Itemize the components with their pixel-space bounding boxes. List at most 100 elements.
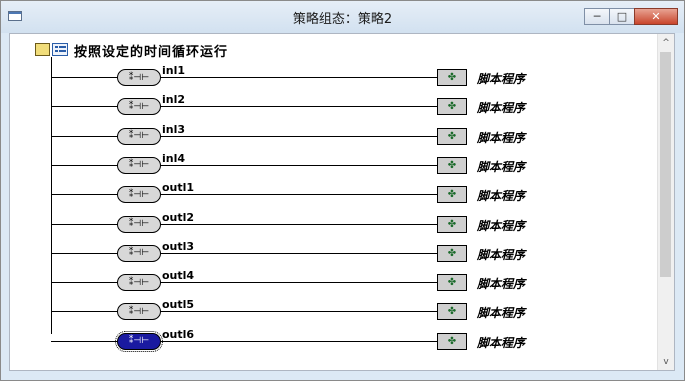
minimize-button[interactable]: ─: [584, 8, 610, 25]
condition-node[interactable]: ⁑⊣⊢: [117, 98, 161, 116]
scroll-up-icon: ^: [662, 37, 670, 48]
condition-node[interactable]: ⁑⊣⊢: [117, 127, 161, 145]
action-node[interactable]: ✤: [437, 156, 467, 174]
close-icon: ✕: [651, 10, 661, 23]
action-label: 脚本程序: [477, 72, 526, 86]
strategy-window: 策略组态：策略2 ─ □ ✕ 按照设定的时间循环运行 ⁑⊣⊢ inl1 ✤ 脚本程序 ⁑…: [0, 0, 685, 381]
condition-node[interactable]: ⁑⊣⊢: [117, 69, 161, 86]
script-icon: ✤: [447, 189, 457, 201]
row-connector-line: [51, 223, 437, 225]
caption-buttons: ─ □ ✕: [584, 8, 678, 26]
condition-node[interactable]: ⁑⊣⊢: [117, 274, 161, 292]
row-connector-line: [51, 194, 437, 196]
condition-icon: ⁑⊣⊢: [128, 248, 150, 259]
condition-label: inl1: [162, 64, 186, 77]
script-icon: ✤: [447, 159, 457, 171]
scroll-thumb[interactable]: [660, 52, 671, 277]
condition-node[interactable]: ⁑⊣⊢: [117, 156, 161, 174]
condition-icon: ⁑⊣⊢: [128, 101, 150, 112]
script-icon: ✤: [447, 101, 457, 113]
condition-node[interactable]: ⁑⊣⊢: [117, 244, 161, 262]
row-connector-line: [51, 135, 437, 137]
action-node[interactable]: ✤: [437, 98, 467, 116]
condition-node[interactable]: ⁑⊣⊢: [117, 186, 161, 204]
condition-label: inl4: [162, 151, 186, 165]
condition-icon: ⁑⊣⊢: [128, 131, 150, 142]
script-icon: ✤: [447, 277, 457, 289]
condition-icon: ⁑⊣⊢: [128, 306, 150, 317]
vertical-scrollbar[interactable]: ^ v: [657, 34, 674, 370]
script-icon: ✤: [447, 247, 457, 259]
script-icon: ✤: [447, 306, 457, 318]
strategy-root-node[interactable]: [35, 42, 69, 57]
strategy-row: ⁑⊣⊢ outl2 ✤ 脚本程序: [10, 211, 650, 241]
condition-icon: ⁑⊣⊢: [128, 277, 150, 288]
action-node[interactable]: ✤: [437, 303, 467, 321]
action-node[interactable]: ✤: [437, 215, 467, 233]
close-button[interactable]: ✕: [634, 8, 678, 25]
row-connector-line: [51, 311, 437, 313]
scroll-down-icon: v: [663, 356, 669, 367]
action-label: 脚本程序: [477, 306, 526, 321]
strategy-canvas[interactable]: 按照设定的时间循环运行 ⁑⊣⊢ inl1 ✤ 脚本程序 ⁑⊣⊢ inl2 ✤ 脚本程序 ⁑⊣⊢ i…: [9, 33, 675, 371]
strategy-icon: [52, 43, 68, 56]
maximize-button[interactable]: □: [609, 8, 635, 25]
folder-icon: [35, 43, 50, 56]
condition-icon: ⁑⊣⊢: [128, 72, 150, 83]
strategy-root-label: 按照设定的时间循环运行: [74, 45, 229, 60]
row-connector-line: [51, 340, 437, 342]
action-label: 脚本程序: [477, 130, 526, 145]
action-node[interactable]: ✤: [437, 186, 467, 204]
condition-node[interactable]: ⁑⊣⊢: [117, 215, 161, 233]
maximize-icon: □: [616, 10, 628, 23]
row-connector-line: [51, 77, 437, 78]
action-node[interactable]: ✤: [437, 274, 467, 292]
condition-node[interactable]: ⁑⊣⊢: [117, 303, 161, 321]
condition-label: inl3: [162, 122, 186, 136]
script-icon: ✤: [447, 72, 457, 83]
condition-icon: ⁑⊣⊢: [128, 160, 150, 171]
action-label: 脚本程序: [477, 101, 526, 116]
action-label: 脚本程序: [477, 218, 526, 233]
script-icon: ✤: [447, 218, 457, 230]
action-node[interactable]: ✤: [437, 332, 467, 350]
window-title: 策略组态：策略2: [292, 12, 393, 27]
condition-label: outl2: [162, 210, 195, 224]
strategy-row: ⁑⊣⊢ outl4 ✤ 脚本程序: [10, 269, 650, 299]
condition-label: outl1: [162, 181, 195, 195]
strategy-row: ⁑⊣⊢ inl4 ✤ 脚本程序: [10, 152, 650, 182]
condition-label: outl5: [162, 298, 195, 312]
condition-node[interactable]: ⁑⊣⊢: [115, 330, 163, 352]
condition-icon: ⁑⊣⊢: [128, 219, 150, 229]
condition-label: inl2: [162, 93, 186, 107]
condition-label: outl4: [162, 269, 195, 283]
scroll-up-button[interactable]: ^: [658, 34, 674, 51]
strategy-row: ⁑⊣⊢ outl6 ✤ 脚本程序: [10, 328, 650, 358]
action-label: 脚本程序: [477, 189, 526, 204]
action-node[interactable]: ✤: [437, 69, 467, 86]
script-icon: ✤: [447, 130, 457, 142]
action-node[interactable]: ✤: [437, 127, 467, 145]
condition-label: outl6: [162, 327, 195, 341]
scroll-down-button[interactable]: v: [658, 353, 674, 370]
title-bar[interactable]: 策略组态：策略2 ─ □ ✕: [1, 1, 684, 33]
action-label: 脚本程序: [477, 335, 526, 350]
strategy-row: ⁑⊣⊢ inl1 ✤ 脚本程序: [10, 64, 650, 94]
minimize-icon: ─: [593, 10, 601, 23]
strategy-row: ⁑⊣⊢ outl5 ✤ 脚本程序: [10, 298, 650, 328]
condition-label: outl3: [162, 239, 195, 253]
row-connector-line: [51, 252, 437, 254]
condition-icon: ⁑⊣⊢: [128, 189, 150, 200]
action-node[interactable]: ✤: [437, 244, 467, 262]
row-connector-line: [51, 282, 437, 284]
strategy-row: ⁑⊣⊢ inl2 ✤ 脚本程序: [10, 93, 650, 123]
row-connector-line: [51, 164, 437, 166]
action-label: 脚本程序: [477, 159, 526, 174]
row-connector-line: [51, 106, 437, 108]
script-icon: ✤: [447, 335, 457, 347]
action-label: 脚本程序: [477, 247, 526, 262]
strategy-row: ⁑⊣⊢ outl1 ✤ 脚本程序: [10, 181, 650, 211]
action-label: 脚本程序: [477, 277, 526, 292]
strategy-row: ⁑⊣⊢ inl3 ✤ 脚本程序: [10, 123, 650, 153]
condition-icon: ⁑⊣⊢: [128, 336, 150, 347]
